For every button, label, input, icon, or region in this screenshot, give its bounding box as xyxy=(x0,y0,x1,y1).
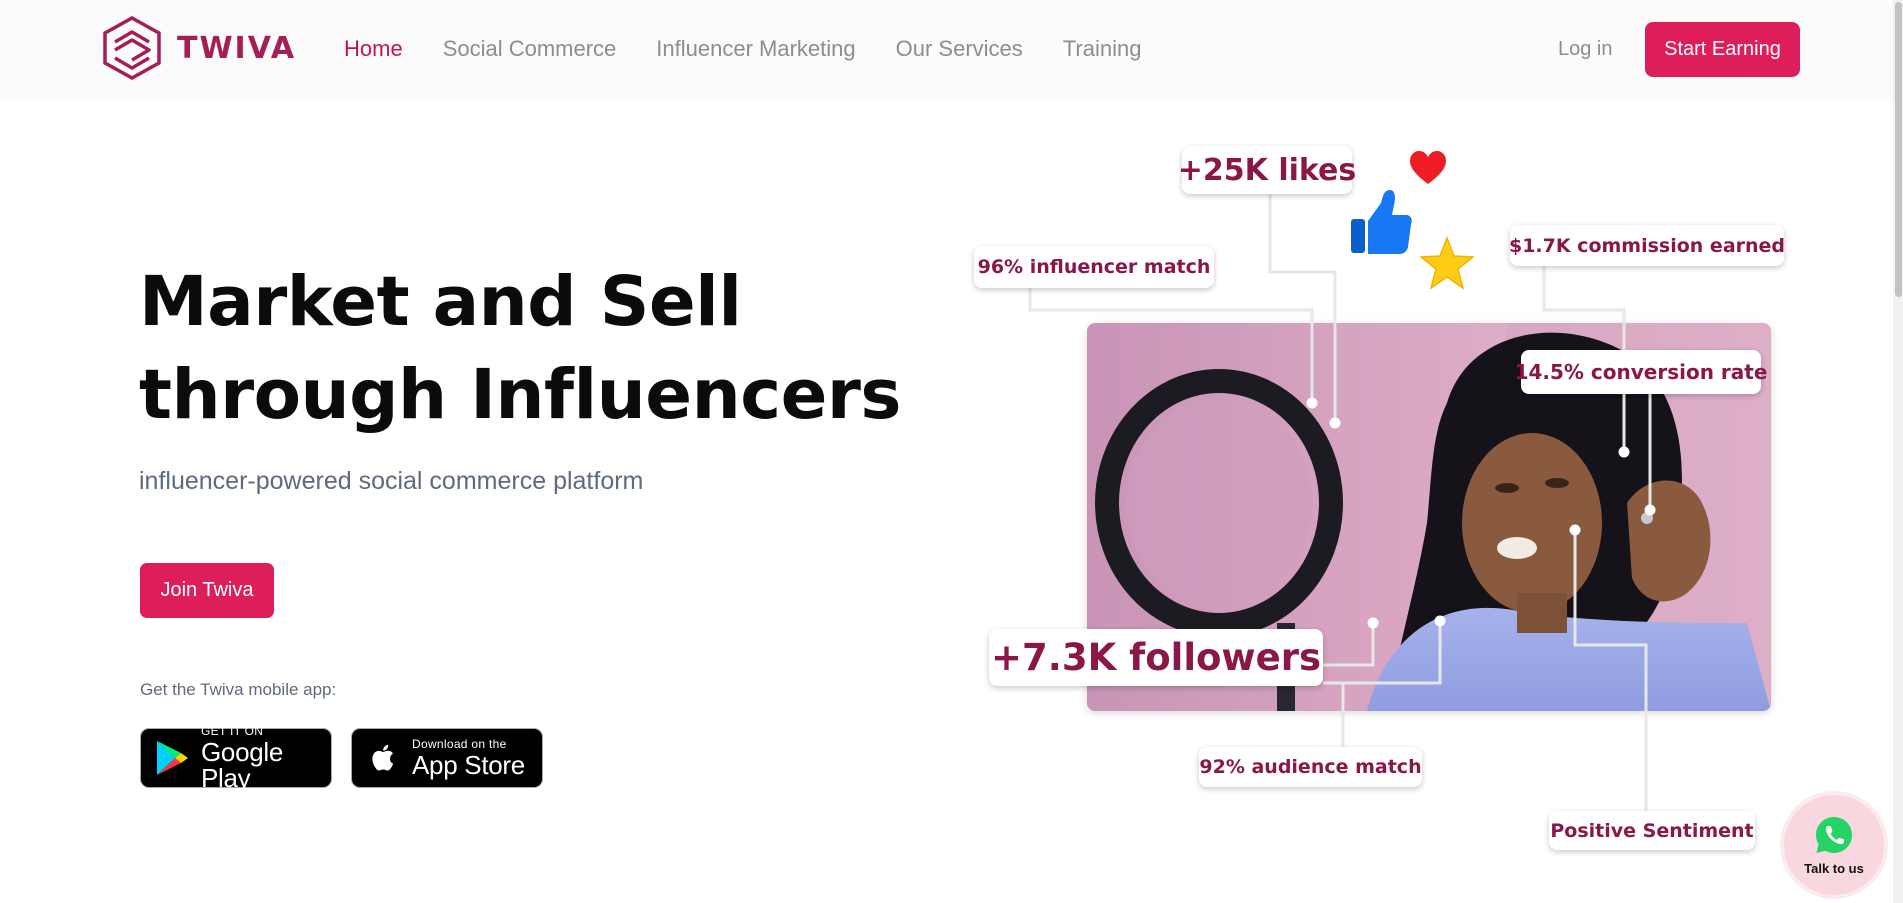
hero-headline: Market and Sell through Influencers xyxy=(139,262,902,435)
nav-our-services[interactable]: Our Services xyxy=(896,36,1023,62)
heart-icon xyxy=(1410,151,1446,184)
hero-subtitle: influencer-powered social commerce platf… xyxy=(139,467,644,495)
google-play-icon xyxy=(157,741,188,775)
conversion-rate-stat: 14.5% conversion rate xyxy=(1515,350,1767,394)
app-store-text: Download on the App Store xyxy=(412,738,525,778)
whatsapp-icon xyxy=(1816,816,1852,853)
join-twiva-button[interactable]: Join Twiva xyxy=(140,563,274,618)
start-earning-button[interactable]: Start Earning xyxy=(1645,22,1800,77)
followers-stat: +7.3K followers xyxy=(989,629,1323,686)
talk-to-us-label: Talk to us xyxy=(1804,860,1864,876)
page-scrollbar-thumb[interactable] xyxy=(1895,2,1902,297)
commission-stat: $1.7K commission earned xyxy=(1509,225,1785,266)
app-store-badge[interactable]: Download on the App Store xyxy=(351,728,543,788)
influencer-match-stat: 96% influencer match xyxy=(974,246,1214,288)
top-navigation: TWIVA Home Social Commerce Influencer Ma… xyxy=(0,0,1903,99)
sentiment-stat: Positive Sentiment xyxy=(1549,811,1755,850)
thumbs-up-icon xyxy=(1351,190,1412,254)
nav-training[interactable]: Training xyxy=(1063,36,1142,62)
login-link[interactable]: Log in xyxy=(1558,38,1613,61)
audience-match-stat: 92% audience match xyxy=(1199,747,1422,787)
google-play-small-text: GET IT ON xyxy=(201,724,264,738)
app-store-big-text: App Store xyxy=(412,750,525,780)
twiva-logo[interactable]: TWIVA xyxy=(101,16,296,80)
nav-home[interactable]: Home xyxy=(344,36,403,62)
likes-stat: +25K likes xyxy=(1178,146,1356,194)
nav-social-commerce[interactable]: Social Commerce xyxy=(443,36,617,62)
main-menu: Home Social Commerce Influencer Marketin… xyxy=(344,36,1141,62)
star-icon xyxy=(1420,236,1474,290)
google-play-big-text: Google Play xyxy=(201,737,284,793)
twiva-logo-icon xyxy=(103,16,161,80)
google-play-text: GET IT ON Google Play xyxy=(201,725,331,791)
apple-icon xyxy=(372,744,394,771)
app-download-label: Get the Twiva mobile app: xyxy=(140,680,337,699)
google-play-badge[interactable]: GET IT ON Google Play xyxy=(140,725,332,791)
talk-to-us-widget[interactable]: Talk to us xyxy=(1784,795,1884,895)
brand-name: TWIVA xyxy=(177,30,297,66)
app-store-small-text: Download on the xyxy=(412,737,507,751)
nav-influencer-marketing[interactable]: Influencer Marketing xyxy=(656,36,855,62)
